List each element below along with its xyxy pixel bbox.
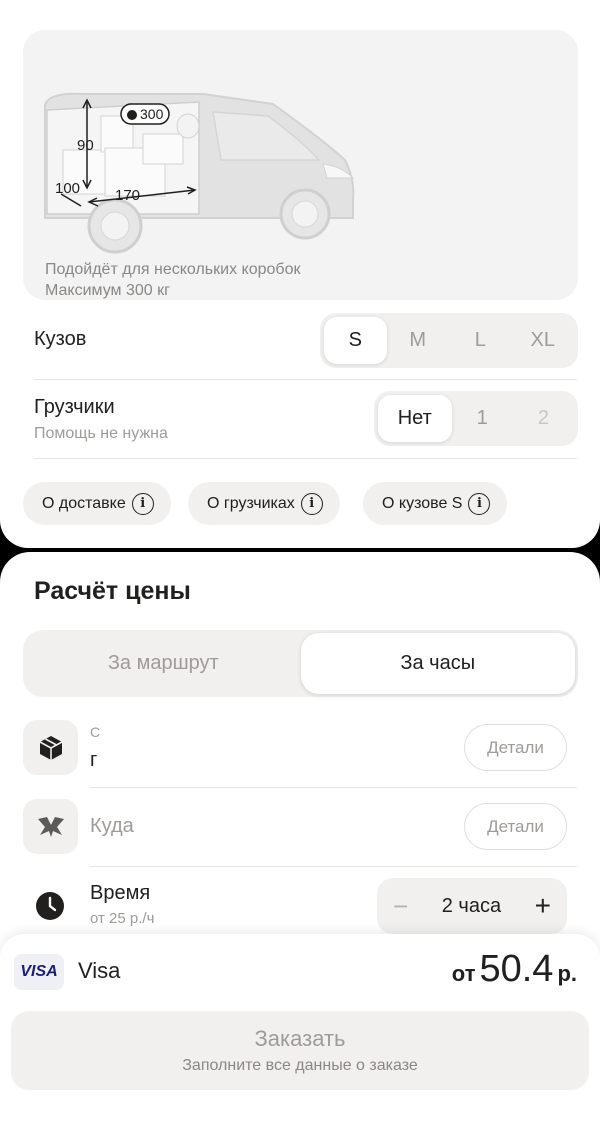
body-size-option-xl[interactable]: XL	[512, 317, 575, 364]
divider	[90, 866, 577, 867]
time-rate: от 25 р./ч	[90, 910, 155, 927]
body-size-option-l[interactable]: L	[449, 317, 512, 364]
van-image: 300 90 100 170	[44, 92, 355, 254]
divider	[34, 458, 577, 459]
body-size-option-s[interactable]: S	[324, 317, 387, 364]
vehicle-description: Подойдёт для нескольких коробок Максимум…	[45, 261, 301, 299]
tab-per-hour[interactable]: За часы	[300, 633, 575, 694]
to-address-input[interactable]: Куда	[90, 815, 134, 838]
hours-stepper: − 2 часа +	[377, 878, 567, 934]
movers-subtitle: Помощь не нужна	[34, 425, 168, 442]
vehicle-illustration: 300 90 100 170 Подойдёт для нескольких к…	[23, 30, 578, 300]
movers-option-2[interactable]: 2	[513, 395, 574, 442]
dimension-width: 100	[55, 180, 80, 197]
movers-label: Грузчики	[34, 396, 115, 418]
movers-selector: Нет 1 2	[374, 391, 578, 446]
body-size-selector: S M L XL	[320, 313, 578, 368]
visa-card-icon[interactable]: VISA	[14, 954, 64, 990]
decrease-hours-button[interactable]: −	[393, 891, 408, 922]
tab-per-route[interactable]: За маршрут	[26, 633, 301, 694]
body-size-option-m[interactable]: M	[387, 317, 450, 364]
info-icon: i	[300, 492, 323, 515]
to-icon	[23, 799, 78, 854]
weight-badge-text: 300	[140, 106, 164, 122]
from-address-line2[interactable]: г	[90, 749, 97, 772]
order-button[interactable]: Заказать Заполните все данные о заказе	[11, 1011, 589, 1090]
chip-about-movers[interactable]: О грузчиках i	[188, 482, 340, 525]
info-icon: i	[468, 492, 491, 515]
payment-method-label[interactable]: Visa	[78, 958, 120, 984]
from-address-line1[interactable]: С	[90, 724, 100, 740]
chip-about-delivery[interactable]: О доставке i	[23, 482, 171, 525]
pricing-tabs: За маршрут За часы	[23, 630, 578, 697]
dimension-height: 90	[77, 137, 94, 154]
movers-option-1[interactable]: 1	[452, 395, 513, 442]
time-label: Время	[90, 882, 151, 904]
divider	[34, 379, 577, 380]
info-icon: i	[131, 492, 154, 515]
clock-icon	[34, 890, 66, 927]
to-details-button[interactable]: Детали	[464, 803, 567, 850]
package-icon	[23, 720, 78, 775]
movers-option-none[interactable]: Нет	[378, 395, 452, 442]
increase-hours-button[interactable]: +	[535, 890, 551, 922]
from-details-button[interactable]: Детали	[464, 724, 567, 771]
divider	[90, 787, 577, 788]
chip-about-body-size[interactable]: О кузове S i	[363, 482, 508, 525]
hours-value: 2 часа	[441, 894, 502, 917]
dimension-length: 170	[115, 187, 140, 204]
body-size-label: Кузов	[34, 328, 87, 350]
price-total: от 50.4 р.	[451, 948, 577, 990]
pricing-title: Расчёт цены	[34, 577, 191, 605]
